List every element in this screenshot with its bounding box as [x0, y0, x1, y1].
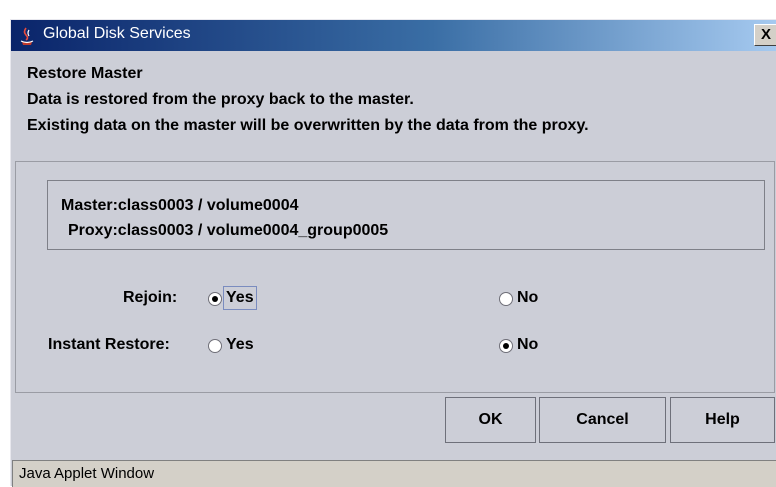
- rejoin-yes-label[interactable]: Yes: [223, 286, 257, 310]
- description-line-2: Existing data on the master will be over…: [27, 117, 589, 134]
- instant-restore-yes-label[interactable]: Yes: [226, 336, 254, 354]
- java-coffee-icon: [20, 27, 34, 45]
- dialog-window: Global Disk Services X Restore Master Da…: [10, 19, 776, 487]
- window-title: Global Disk Services: [43, 25, 191, 42]
- instant-restore-yes-radio[interactable]: [208, 339, 222, 353]
- status-bar: Java Applet Window: [12, 460, 776, 487]
- rejoin-no-label[interactable]: No: [517, 289, 538, 307]
- dialog-heading: Restore Master: [27, 65, 143, 82]
- ok-button[interactable]: OK: [445, 397, 536, 443]
- title-bar[interactable]: Global Disk Services X: [11, 20, 776, 51]
- rejoin-yes-radio[interactable]: [208, 292, 222, 306]
- cancel-button[interactable]: Cancel: [539, 397, 666, 443]
- rejoin-label: Rejoin:: [123, 289, 178, 306]
- close-button[interactable]: X: [754, 24, 776, 46]
- instant-restore-label: Instant Restore:: [48, 336, 170, 353]
- volume-info-box: Master:class0003 / volume0004 Proxy:clas…: [47, 180, 765, 250]
- description-line-1: Data is restored from the proxy back to …: [27, 91, 414, 108]
- instant-restore-no-label[interactable]: No: [517, 336, 538, 354]
- status-text: Java Applet Window: [19, 465, 155, 482]
- rejoin-no-radio[interactable]: [499, 292, 513, 306]
- instant-restore-no-radio[interactable]: [499, 339, 513, 353]
- master-volume-text: Master:class0003 / volume0004: [61, 197, 299, 214]
- help-button[interactable]: Help: [670, 397, 775, 443]
- proxy-volume-text: Proxy:class0003 / volume0004_group0005: [68, 222, 389, 239]
